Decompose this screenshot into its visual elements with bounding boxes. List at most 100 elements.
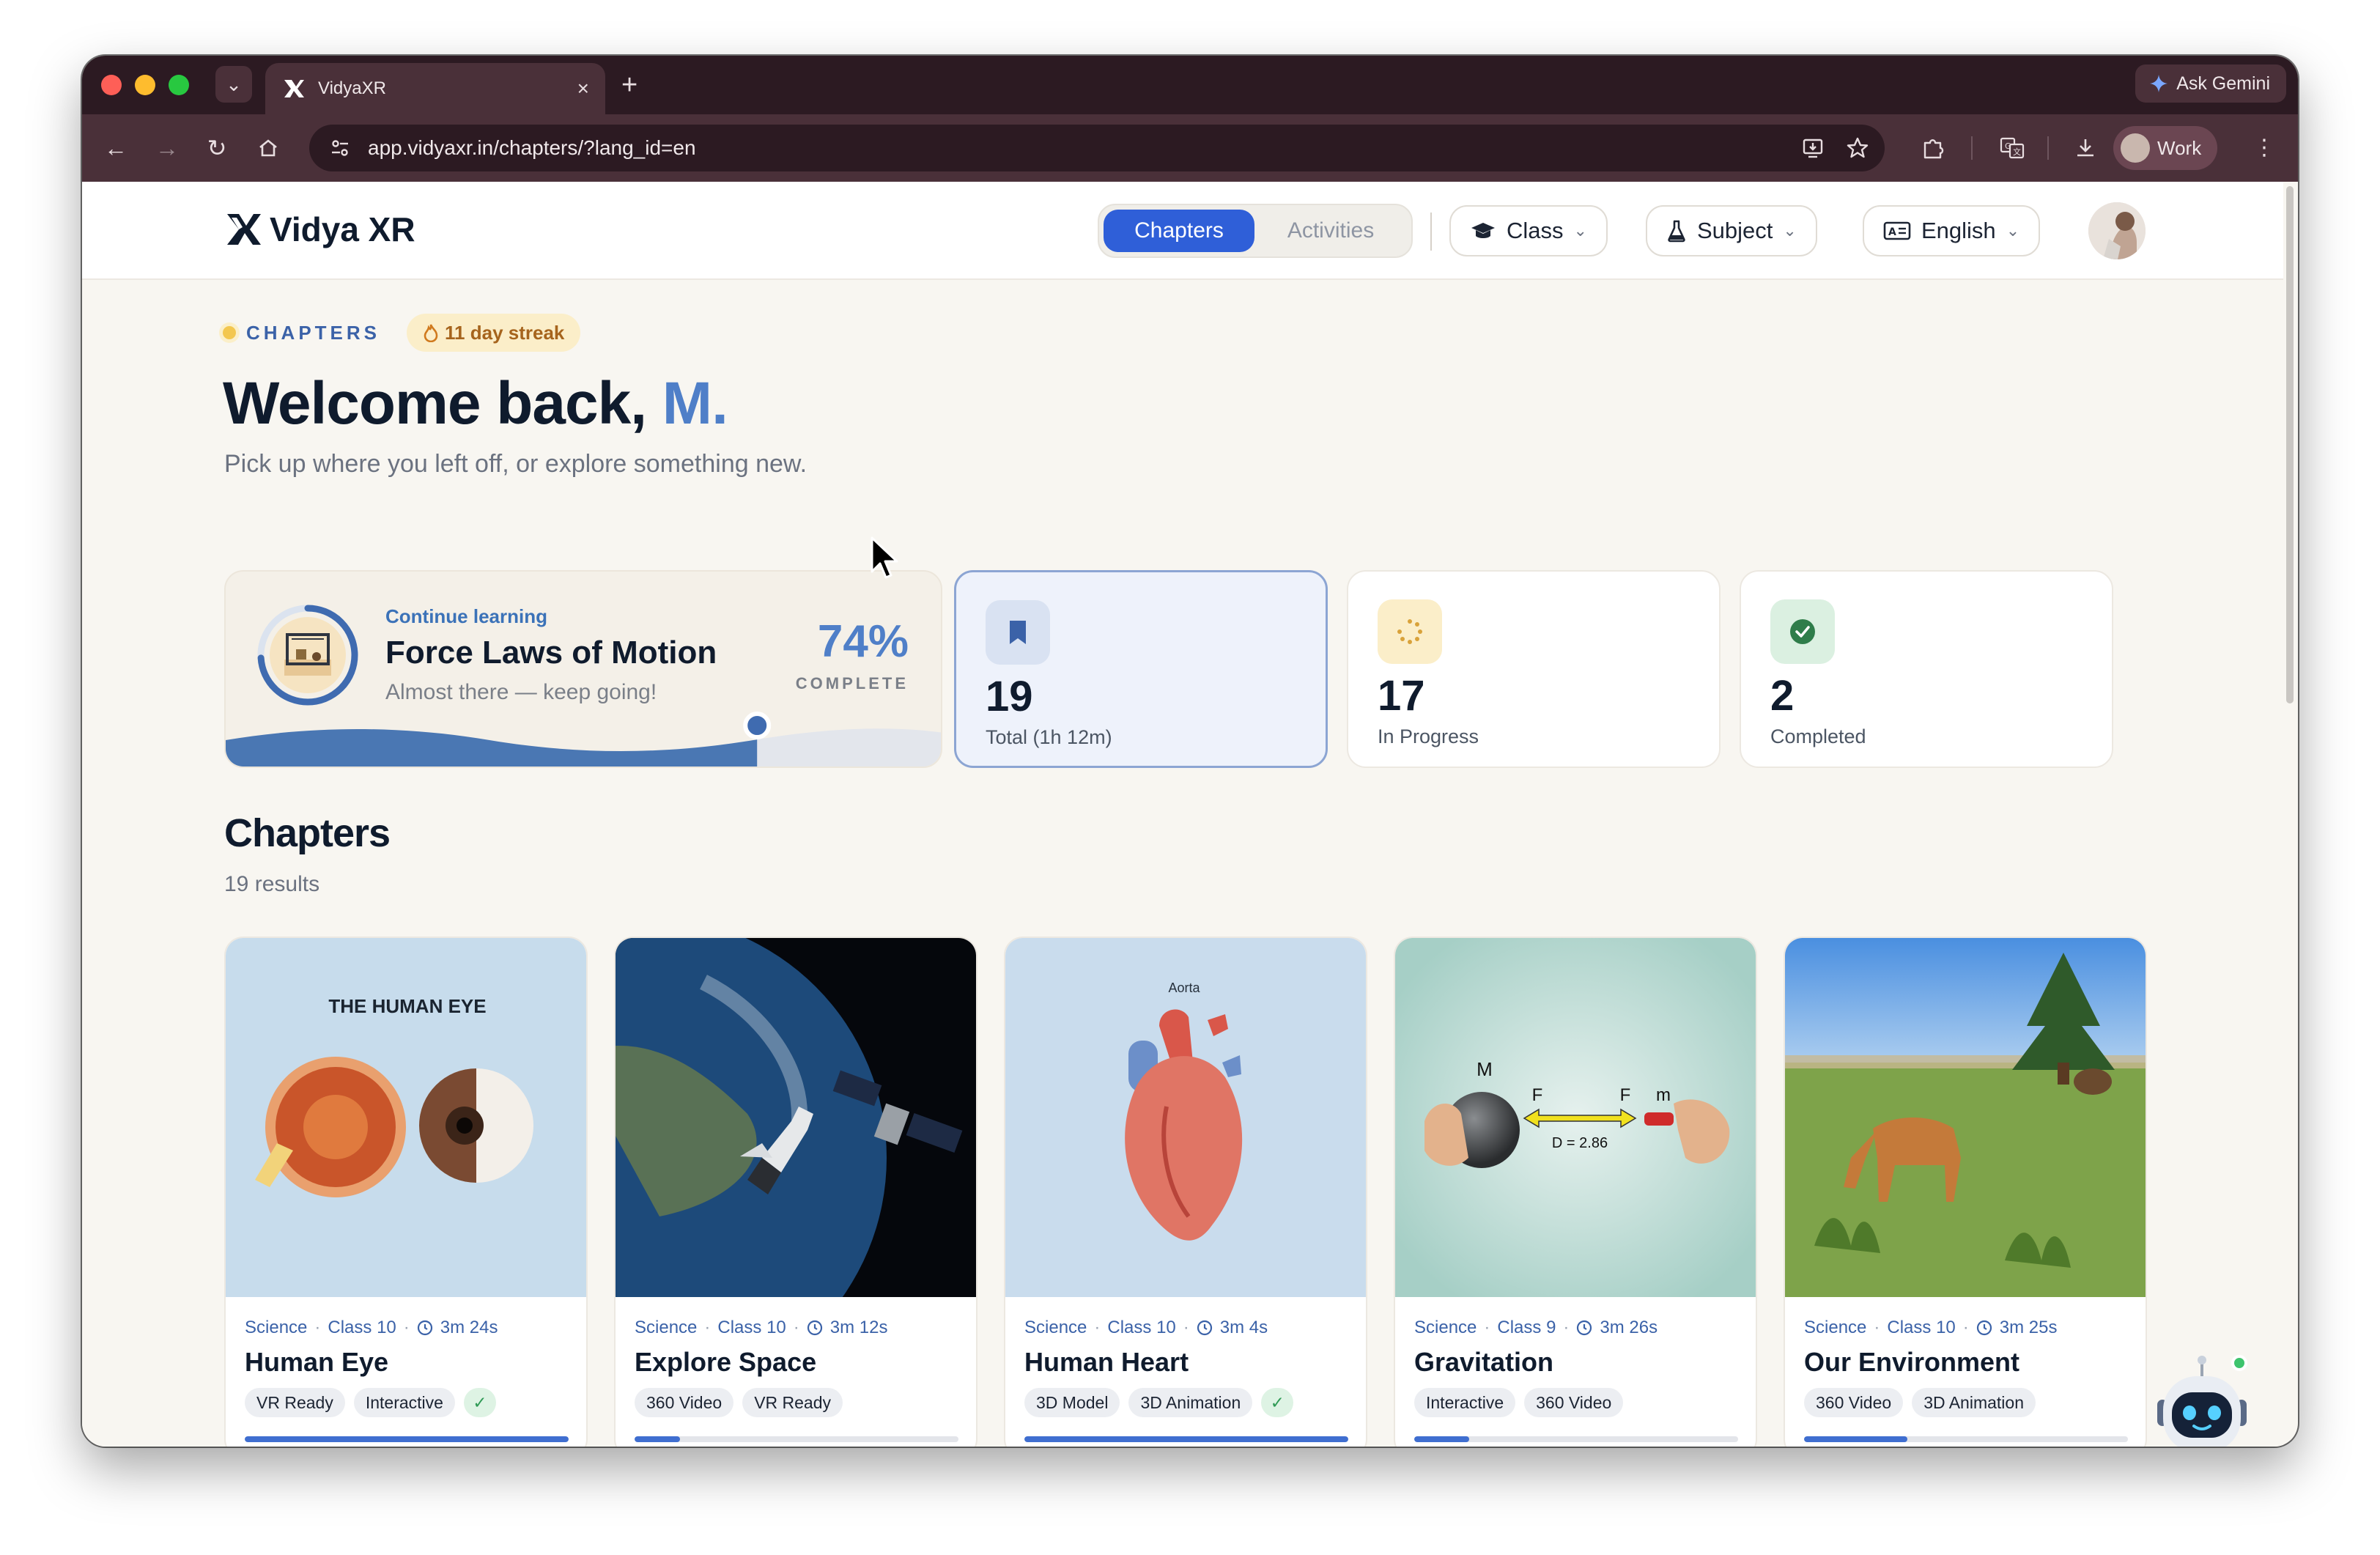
chapter-duration: 3m 26s: [1600, 1318, 1658, 1337]
flask-icon: [1668, 220, 1685, 243]
language-icon: A: [1883, 221, 1911, 240]
completed-check-icon: ✓: [463, 1388, 496, 1417]
chapter-duration: 3m 25s: [1999, 1318, 2058, 1337]
stat-card-completed[interactable]: 2 Completed: [1740, 570, 2113, 768]
ask-gemini-button[interactable]: Ask Gemini: [2135, 64, 2286, 103]
thumb-label: m: [1656, 1085, 1671, 1105]
class-filter-dropdown[interactable]: Class ⌄: [1449, 205, 1608, 256]
downloads-button[interactable]: [2068, 130, 2103, 166]
stat-card-total[interactable]: 19 Total (1h 12m): [954, 570, 1328, 768]
site-info-button[interactable]: [324, 132, 356, 164]
stat-in-progress-label: In Progress: [1378, 725, 1479, 747]
extensions-button[interactable]: [1915, 130, 1951, 166]
loading-dots-icon: [1397, 619, 1422, 644]
continue-progress-wave: [226, 712, 941, 767]
thumb-title: THE HUMAN EYE: [328, 995, 486, 1017]
chevron-down-icon: ⌄: [1783, 221, 1797, 240]
welcome-subtitle: Pick up where you left off, or explore s…: [224, 450, 808, 478]
chapter-class: Class 10: [1887, 1318, 1956, 1337]
chapter-card-gravitation[interactable]: M F F m D = 2.86 Science · Class 9 · 3m 26…: [1394, 937, 1757, 1447]
chapter-tag: VR Ready: [742, 1388, 843, 1417]
maximize-window-button[interactable]: [169, 75, 189, 95]
browser-tab[interactable]: VidyaXR ×: [265, 63, 605, 114]
chapter-card-human-heart[interactable]: Aorta Science · Class 10 · 3m 4s Human Hea…: [1004, 937, 1367, 1447]
header-divider: [1430, 213, 1432, 251]
view-toggle: Chapters Activities: [1098, 204, 1413, 258]
reload-button[interactable]: ↻: [199, 130, 234, 166]
new-tab-button[interactable]: +: [621, 69, 638, 101]
stat-icon-box: [1378, 599, 1442, 664]
chapter-progress-bar: [1804, 1436, 2128, 1442]
clock-icon: [1577, 1320, 1592, 1336]
profile-avatar: [2121, 133, 2150, 163]
chapter-progress-fill: [245, 1436, 569, 1442]
vidyaxr-logo-mark-icon: [227, 214, 261, 245]
stat-icon-box: [1770, 599, 1835, 664]
continue-learning-card[interactable]: Continue learning Force Laws of Motion A…: [224, 570, 942, 768]
forward-button[interactable]: →: [149, 130, 185, 166]
chapter-card-explore-space[interactable]: Science · Class 10 · 3m 12s Explore Space …: [614, 937, 978, 1447]
chapter-thumbnail: [1785, 938, 2146, 1297]
continue-progress-ring: [257, 605, 358, 706]
chapter-tag: 360 Video: [1524, 1388, 1624, 1417]
back-button[interactable]: ←: [98, 130, 133, 166]
chapter-progress-bar: [1024, 1436, 1348, 1442]
stat-total-value: 19: [986, 673, 1033, 720]
page-scrollbar[interactable]: [2286, 186, 2294, 703]
svg-text:G: G: [2005, 141, 2011, 151]
chapter-card-our-environment[interactable]: Science · Class 10 · 3m 25s Our Environmen…: [1784, 937, 2147, 1447]
install-app-button[interactable]: [1797, 131, 1830, 165]
toolbar-divider: [2047, 136, 2049, 160]
chapter-thumbnail: Aorta: [1005, 938, 1366, 1297]
translate-button[interactable]: G文: [1995, 130, 2030, 166]
ask-gemini-label: Ask Gemini: [2176, 73, 2270, 94]
close-window-button[interactable]: [101, 75, 122, 95]
welcome-heading: Welcome back, M.: [223, 369, 728, 438]
user-avatar[interactable]: [2088, 202, 2146, 259]
chapter-tag: 3D Animation: [1912, 1388, 2036, 1417]
forward-arrow-icon: →: [155, 134, 179, 161]
chapter-subject: Science: [1024, 1318, 1087, 1337]
chapter-card-human-eye[interactable]: THE HUMAN EYE Science · Class 10 · 3m 24s …: [224, 937, 588, 1447]
our-environment-illustration: [1785, 938, 2146, 1297]
assistant-robot-button[interactable]: [2147, 1353, 2257, 1447]
logo-text: Vidya XR: [270, 210, 415, 248]
page-content: Vidya XR Chapters Activities Class ⌄ Sub…: [82, 182, 2283, 1447]
chapter-class: Class 10: [717, 1318, 786, 1337]
download-icon: [2077, 139, 2093, 157]
chapter-tags: 3D Model 3D Animation ✓: [1024, 1388, 1294, 1417]
welcome-prefix: Welcome back,: [223, 370, 662, 437]
stat-card-in-progress[interactable]: 17 In Progress: [1347, 570, 1721, 768]
chapter-progress-bar: [245, 1436, 569, 1442]
home-button[interactable]: [251, 130, 286, 166]
graduation-cap-icon: [1471, 223, 1495, 238]
continue-title: Force Laws of Motion: [385, 635, 717, 671]
bookmark-star-button[interactable]: [1841, 131, 1874, 165]
url-text: app.vidyaxr.in/chapters/?lang_id=en: [368, 136, 696, 159]
chapter-progress-fill: [1024, 1436, 1348, 1442]
tab-close-button[interactable]: ×: [577, 77, 589, 100]
chapter-subject: Science: [245, 1318, 308, 1337]
stat-in-progress-value: 17: [1378, 672, 1425, 720]
tab-search-button[interactable]: ⌄: [215, 66, 252, 103]
vidyaxr-favicon-icon: [284, 80, 304, 97]
chapter-tag: VR Ready: [245, 1388, 345, 1417]
browser-menu-button[interactable]: ⋮: [2247, 130, 2282, 166]
continue-complete-label: COMPLETE: [795, 674, 909, 692]
tab-chapters[interactable]: Chapters: [1104, 210, 1255, 252]
clock-icon: [417, 1320, 432, 1336]
chapter-progress-fill: [1414, 1436, 1470, 1442]
chapter-class: Class 10: [1107, 1318, 1176, 1337]
address-bar[interactable]: app.vidyaxr.in/chapters/?lang_id=en: [309, 125, 1885, 171]
vidyaxr-logo[interactable]: Vidya XR: [224, 210, 415, 249]
chapter-tag: 360 Video: [635, 1388, 734, 1417]
clock-icon: [1976, 1320, 1992, 1336]
subject-filter-dropdown[interactable]: Subject ⌄: [1646, 205, 1817, 256]
profile-button[interactable]: Work: [2113, 126, 2218, 170]
chapter-subject: Science: [1804, 1318, 1867, 1337]
human-eye-illustration: THE HUMAN EYE: [226, 938, 586, 1297]
minimize-window-button[interactable]: [135, 75, 155, 95]
human-heart-illustration: Aorta: [1005, 938, 1366, 1297]
tab-activities[interactable]: Activities: [1254, 210, 1407, 252]
language-dropdown[interactable]: A English ⌄: [1863, 205, 2041, 256]
